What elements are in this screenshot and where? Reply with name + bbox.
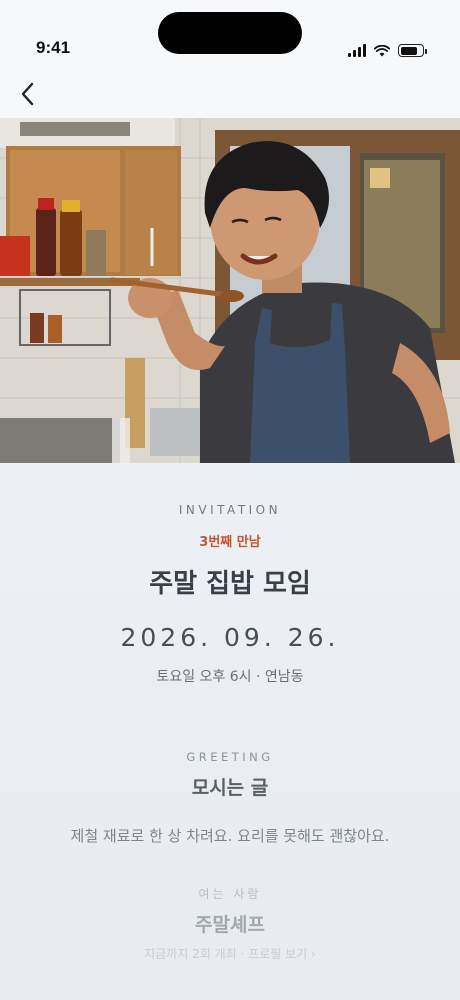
chevron-left-icon [21,82,34,106]
host-meta: 지금까지 2회 개최 · 프로필 보기 › [0,945,460,962]
host-event-count: 지금까지 2회 개최 [144,947,237,961]
cellular-signal-icon [348,44,366,57]
status-time: 9:41 [36,38,71,57]
invitation-label: INVITATION [178,503,282,517]
hero-photo [0,118,460,463]
greeting-label: GREETING [186,750,274,764]
host-name: 주말셰프 [195,914,265,936]
chef-tasting-image [0,118,460,463]
greeting-body: 제철 재료로 한 상 차려요. 요리를 못해도 괜찮아요. [70,827,390,845]
host-label: 여는 사람 [198,887,262,901]
invitation-content: INVITATION 3번째 만남 주말 집밥 모임 2026. 09. 26.… [0,463,460,1000]
event-date: 2026. 09. 26. [120,623,340,652]
page-title: 주말 집밥 모임 [149,569,311,599]
dynamic-island [158,12,302,54]
greeting-title: 모시는 글 [191,777,269,799]
status-bar: 9:41 [0,0,460,75]
host-meta-separator: · [236,947,249,961]
wifi-icon [374,44,390,56]
event-time-location: 토요일 오후 6시 · 연남동 [156,669,304,685]
view-profile-link[interactable]: 프로필 보기 › [248,947,316,961]
nav-bar [0,75,460,118]
status-icons [348,44,427,57]
back-button[interactable] [14,77,44,111]
battery-icon [398,44,427,57]
meeting-number-badge: 3번째 만남 [199,535,261,550]
